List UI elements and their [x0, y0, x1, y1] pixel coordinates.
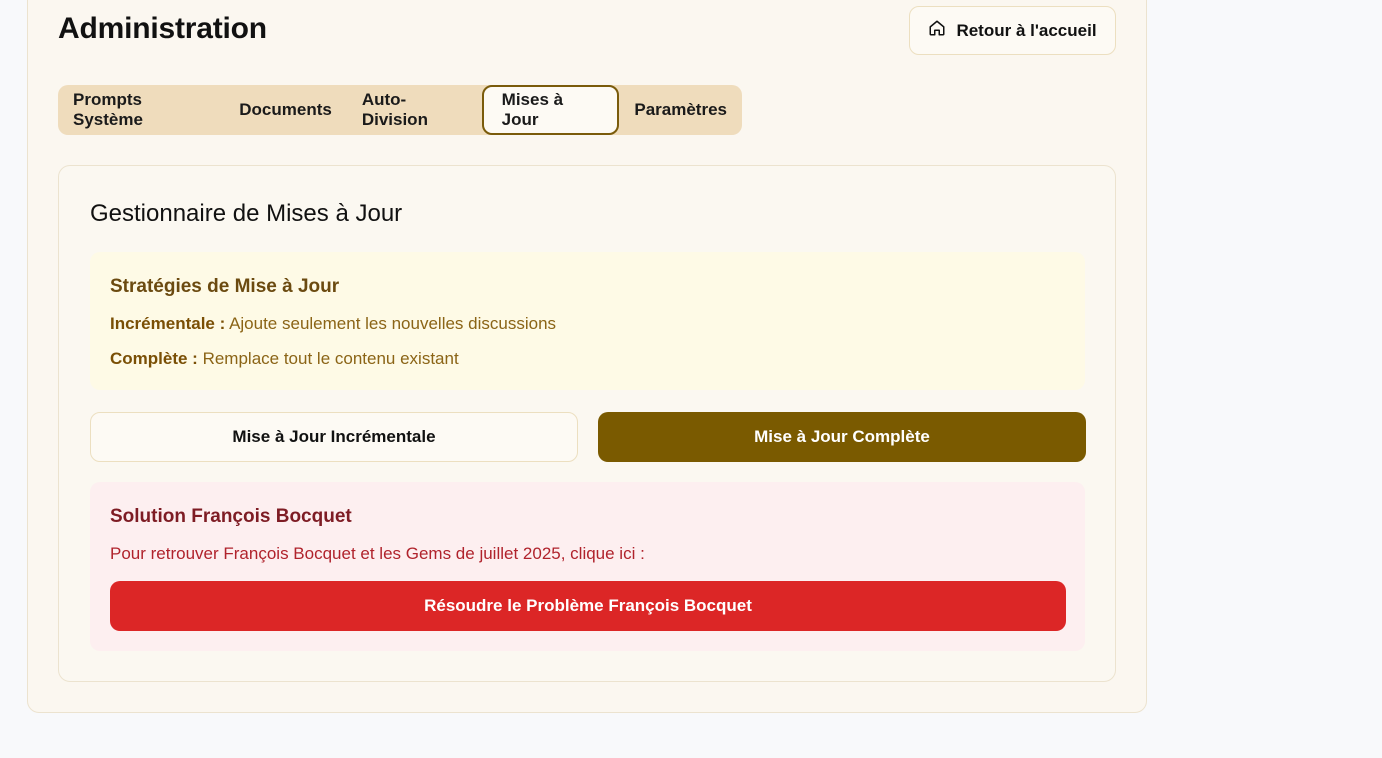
solution-text: Pour retrouver François Bocquet et les G… — [110, 544, 645, 563]
tab-prompts-systeme[interactable]: Prompts Système — [58, 85, 224, 135]
solution-title: Solution François Bocquet — [110, 506, 352, 527]
strategy-incremental-term: Incrémentale : — [110, 314, 226, 333]
update-manager-card: Gestionnaire de Mises à Jour Stratégies … — [58, 165, 1116, 682]
back-home-label: Retour à l'accueil — [956, 20, 1097, 40]
back-home-button[interactable]: Retour à l'accueil — [909, 6, 1116, 55]
resolve-problem-button[interactable]: Résoudre le Problème François Bocquet — [110, 581, 1066, 631]
update-manager-title: Gestionnaire de Mises à Jour — [90, 200, 403, 227]
tab-parametres[interactable]: Paramètres — [619, 85, 742, 135]
solution-box: Solution François Bocquet Pour retrouver… — [90, 482, 1085, 651]
strategy-incremental: Incrémentale : Ajoute seulement les nouv… — [110, 314, 556, 334]
strategy-complete: Complète : Remplace tout le contenu exis… — [110, 349, 459, 369]
tab-documents[interactable]: Documents — [224, 85, 347, 135]
strategy-complete-term: Complète : — [110, 349, 198, 368]
strategies-title: Stratégies de Mise à Jour — [110, 276, 340, 297]
page-title: Administration — [58, 12, 267, 45]
strategies-info-box: Stratégies de Mise à Jour Incrémentale :… — [90, 252, 1085, 390]
incremental-update-button[interactable]: Mise à Jour Incrémentale — [90, 412, 578, 462]
admin-tabs: Prompts Système Documents Auto-Division … — [58, 85, 742, 135]
strategy-complete-desc: Remplace tout le contenu existant — [202, 349, 459, 368]
tab-auto-division[interactable]: Auto-Division — [347, 85, 482, 135]
complete-update-button[interactable]: Mise à Jour Complète — [598, 412, 1086, 462]
home-icon — [928, 19, 946, 42]
strategy-incremental-desc: Ajoute seulement les nouvelles discussio… — [229, 314, 557, 333]
tab-mises-a-jour[interactable]: Mises à Jour — [481, 85, 620, 135]
